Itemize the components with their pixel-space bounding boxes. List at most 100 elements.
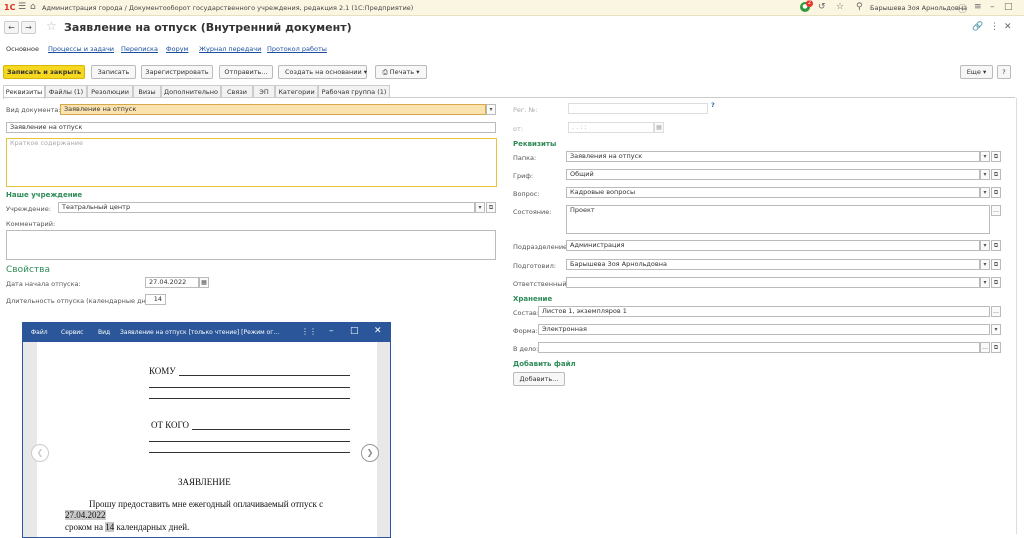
more-dots-icon[interactable]: ⋮ (990, 22, 999, 32)
org-dropdown-icon[interactable]: ▾ (475, 202, 485, 213)
doc-type-dropdown-icon[interactable]: ▾ (486, 104, 496, 115)
calendar-icon[interactable]: ▦ (199, 277, 209, 288)
link-transfer-log[interactable]: Журнал передачи (199, 45, 261, 53)
forward-button[interactable]: → (21, 21, 36, 34)
viewer-menu-file[interactable]: Файл (31, 329, 48, 336)
help-question-icon[interactable]: ? (711, 101, 715, 109)
grif-dropdown-icon[interactable]: ▾ (980, 169, 990, 180)
comment-label: Комментарий: (6, 220, 56, 228)
grif-field[interactable]: Общий (566, 169, 980, 180)
question-field[interactable]: Кадровые вопросы (566, 187, 980, 198)
reg-date-field[interactable]: . . : : (568, 122, 654, 133)
menu-icon[interactable]: ☰ (18, 2, 26, 12)
reg-number-label: Рег. №: (513, 106, 538, 114)
back-button[interactable]: ← (4, 21, 19, 34)
org-field[interactable]: Театральный центр (58, 202, 475, 213)
department-open-icon[interactable]: ⧉ (991, 240, 1001, 251)
link-processes[interactable]: Процессы и задачи (48, 45, 114, 53)
folder-open-icon[interactable]: ⧉ (991, 151, 1001, 162)
duration-field[interactable]: 14 (145, 294, 166, 305)
department-dropdown-icon[interactable]: ▾ (980, 240, 990, 251)
question-open-icon[interactable]: ⧉ (991, 187, 1001, 198)
reg-date-label: от: (513, 125, 523, 133)
link-icon[interactable]: 🔗 (972, 22, 983, 32)
prepared-by-dropdown-icon[interactable]: ▾ (980, 259, 990, 270)
history-icon[interactable]: ↺ (818, 2, 826, 12)
viewer-title: Заявление на отпуск [только чтение] [Реж… (120, 329, 280, 336)
send-button[interactable]: Отправить... (219, 65, 273, 79)
create-based-on-button[interactable]: Создать на основании ▾ (278, 65, 367, 79)
window-title: Администрация города / Документооборот г… (42, 4, 414, 12)
info-icon[interactable]: ⓘ (958, 2, 967, 15)
org-open-icon[interactable]: ⧉ (486, 202, 496, 213)
viewer-minimize-icon[interactable]: – (329, 326, 334, 336)
composition-select-icon[interactable]: … (991, 306, 1001, 317)
favorite-star-icon[interactable]: ☆ (46, 19, 57, 33)
close-icon[interactable]: ✕ (1004, 22, 1012, 32)
folder-dropdown-icon[interactable]: ▾ (980, 151, 990, 162)
comment-textarea[interactable] (6, 230, 496, 260)
more-button[interactable]: Еще ▾ (960, 65, 993, 79)
next-page-icon[interactable]: ❯ (361, 444, 379, 462)
reg-number-field[interactable] (568, 103, 708, 114)
add-file-button[interactable]: Добавить... (513, 372, 565, 386)
settings-icon[interactable]: ≡ (974, 2, 982, 12)
doc-heading: ЗАЯВЛЕНИЕ (178, 477, 231, 487)
state-select-icon[interactable]: … (991, 205, 1001, 216)
doc-type-field[interactable]: Заявление на отпуск (60, 104, 486, 115)
document-viewer-window: Файл Сервис Вид Заявление на отпуск [тол… (22, 322, 391, 538)
responsible-open-icon[interactable]: ⧉ (991, 277, 1001, 288)
link-main[interactable]: Основное (6, 45, 39, 53)
form-field[interactable]: Электронная (538, 324, 990, 335)
prepared-by-label: Подготовил: (513, 262, 556, 270)
start-date-field[interactable]: 27.04.2022 (145, 277, 199, 288)
link-forum[interactable]: Форум (166, 45, 188, 53)
department-field[interactable]: Администрация (566, 240, 980, 251)
print-button[interactable]: ⎙ Печать ▾ (375, 65, 427, 79)
search-icon[interactable]: ⚲ (856, 2, 863, 12)
favorites-icon[interactable]: ☆ (836, 2, 844, 12)
prev-page-icon[interactable]: ❮ (31, 444, 49, 462)
start-date-label: Дата начала отпуска: (6, 280, 81, 288)
question-dropdown-icon[interactable]: ▾ (980, 187, 990, 198)
form-dropdown-icon[interactable]: ▾ (991, 324, 1001, 335)
reg-date-calendar-icon[interactable]: ▦ (654, 122, 664, 133)
grif-open-icon[interactable]: ⧉ (991, 169, 1001, 180)
viewer-close-icon[interactable]: ✕ (374, 326, 382, 336)
responsible-field[interactable] (566, 277, 980, 288)
more-label: Еще (966, 68, 981, 76)
app-logo: 1С (4, 3, 16, 12)
doc-title-field[interactable]: Заявление на отпуск (6, 122, 496, 133)
viewer-menu-service[interactable]: Сервис (61, 329, 83, 336)
summary-textarea[interactable]: Краткое содержание (6, 138, 497, 187)
register-button[interactable]: Зарегистрировать (141, 65, 213, 79)
notification-count: 2 (806, 0, 813, 7)
link-correspondence[interactable]: Переписка (121, 45, 158, 53)
viewer-menu-view[interactable]: Вид (98, 329, 110, 336)
home-icon[interactable]: ⌂ (30, 2, 36, 12)
responsible-dropdown-icon[interactable]: ▾ (980, 277, 990, 288)
save-button[interactable]: Записать (91, 65, 136, 79)
folder-label: Папка: (513, 154, 537, 162)
doc-line (149, 387, 350, 388)
properties-header: Свойства (6, 265, 50, 275)
link-audit-log[interactable]: Протокол работы (267, 45, 327, 53)
minimize-icon[interactable]: – (990, 2, 995, 12)
viewer-titlebar: Файл Сервис Вид Заявление на отпуск [тол… (23, 323, 390, 342)
maximize-icon[interactable]: □ (1004, 2, 1013, 12)
case-select-icon[interactable]: … (980, 342, 990, 353)
viewer-maximize-icon[interactable]: □ (350, 326, 359, 336)
prepared-by-field[interactable]: Барышева Зоя Арнольдовна (566, 259, 980, 270)
prepared-by-open-icon[interactable]: ⧉ (991, 259, 1001, 270)
doc-date-highlight: 27.04.2022 (65, 510, 106, 520)
case-field[interactable] (538, 342, 980, 353)
help-button[interactable]: ? (997, 65, 1011, 79)
viewer-fit-icon[interactable]: ⋮⋮ (301, 327, 317, 336)
document-title: Заявление на отпуск (Внутренний документ… (64, 21, 352, 34)
create-based-on-label: Создать на основании (285, 68, 362, 76)
save-and-close-button[interactable]: Записать и закрыть (3, 65, 85, 79)
storage-header: Хранение (513, 295, 553, 303)
user-name[interactable]: Барышева Зоя Арнольдовна (870, 4, 967, 12)
case-open-icon[interactable]: ⧉ (991, 342, 1001, 353)
folder-field[interactable]: Заявления на отпуск (566, 151, 980, 162)
